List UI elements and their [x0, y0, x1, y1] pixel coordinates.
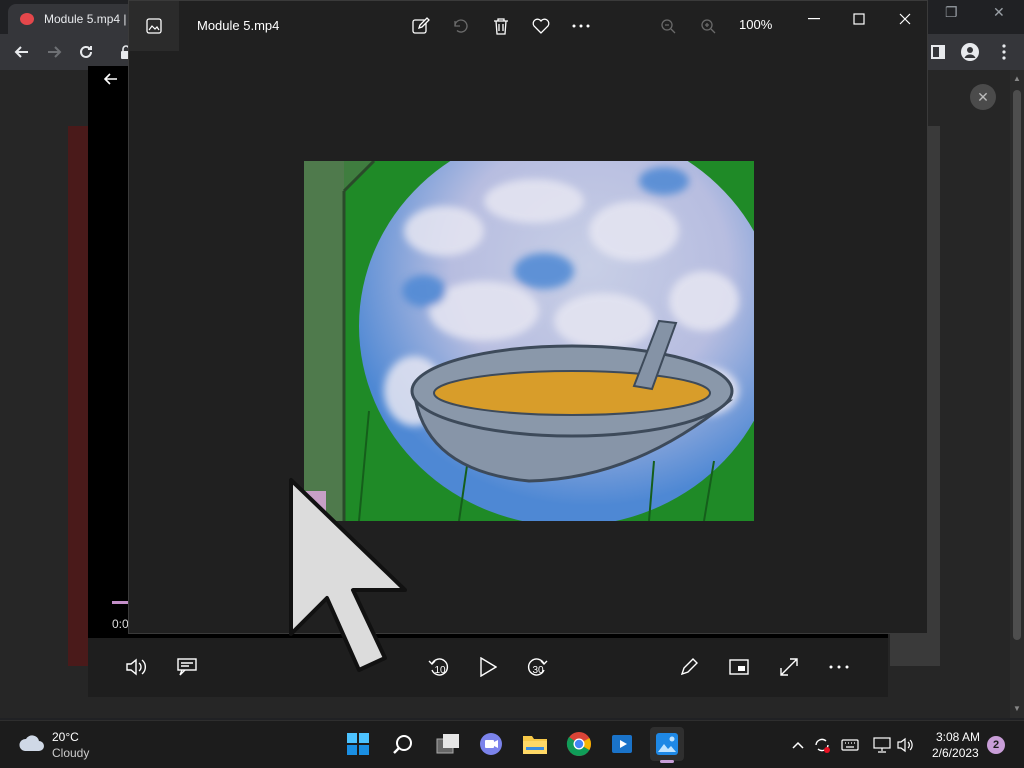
task-view-icon[interactable]	[431, 727, 465, 761]
photos-title: Module 5.mp4	[197, 18, 280, 33]
reload-icon[interactable]	[74, 40, 98, 64]
notification-badge[interactable]: 2	[987, 736, 1005, 754]
sync-icon[interactable]	[812, 735, 832, 755]
forward-arrow-icon[interactable]	[42, 40, 66, 64]
pen-icon[interactable]	[672, 650, 706, 684]
skip-back-button[interactable]: 10	[421, 650, 455, 684]
zoom-out-icon[interactable]	[656, 14, 680, 38]
network-icon[interactable]	[872, 735, 892, 755]
scroll-thumb[interactable]	[1013, 90, 1021, 640]
keyboard-icon[interactable]	[840, 735, 860, 755]
zoom-in-icon[interactable]	[696, 14, 720, 38]
mini-player-icon[interactable]	[722, 650, 756, 684]
photos-app-window: Module 5.mp4 100%	[128, 0, 928, 634]
soup-bowl-image	[304, 161, 754, 521]
taskbar: 20°C Cloudy 3:08 AM 2/6/2023 2	[0, 720, 1024, 768]
more-options-icon[interactable]	[822, 650, 856, 684]
fullscreen-icon[interactable]	[772, 650, 806, 684]
edit-image-icon[interactable]	[409, 14, 433, 38]
seek-progress[interactable]	[112, 601, 128, 604]
zoom-level: 100%	[739, 17, 773, 32]
browser-close-icon[interactable]: ✕	[993, 4, 1005, 21]
favorite-icon[interactable]	[529, 14, 553, 38]
profile-icon[interactable]	[958, 40, 982, 64]
media-player-icon[interactable]	[606, 727, 640, 761]
photos-taskbar-icon[interactable]	[650, 727, 684, 763]
play-icon[interactable]	[471, 650, 505, 684]
tab-favicon-icon	[20, 13, 34, 25]
speaker-icon[interactable]	[896, 735, 916, 755]
start-icon[interactable]	[341, 727, 375, 761]
clock-date[interactable]: 2/6/2023	[932, 746, 979, 760]
weather-desc[interactable]: Cloudy	[52, 746, 89, 760]
teams-chat-icon[interactable]	[474, 727, 508, 761]
delete-icon[interactable]	[489, 14, 513, 38]
weather-temp[interactable]: 20°C	[52, 730, 79, 744]
player-controls: 10 30	[88, 638, 888, 697]
photos-app-icon[interactable]	[129, 1, 179, 51]
rotate-icon[interactable]	[449, 14, 473, 38]
player-back-icon[interactable]	[103, 72, 118, 91]
menu-icon[interactable]	[992, 40, 1016, 64]
active-indicator	[660, 760, 674, 763]
chevron-up-icon[interactable]	[788, 735, 808, 755]
back-arrow-icon[interactable]	[10, 40, 34, 64]
video-frame	[304, 161, 754, 521]
minimize-icon[interactable]	[799, 9, 829, 29]
chrome-icon[interactable]	[562, 727, 596, 761]
more-icon[interactable]	[569, 14, 593, 38]
time-label: 0:0	[112, 617, 129, 631]
scroll-up-icon[interactable]: ▲	[1012, 74, 1022, 84]
captions-icon[interactable]	[170, 650, 204, 684]
maximize-icon[interactable]	[844, 9, 874, 29]
cloud-icon[interactable]	[18, 733, 46, 753]
file-explorer-icon[interactable]	[518, 727, 552, 761]
browser-restore-icon[interactable]: ❐	[945, 4, 958, 21]
page-scrollbar[interactable]: ▲ ▼	[1010, 70, 1024, 718]
mouse-cursor	[289, 478, 407, 672]
close-icon[interactable]	[890, 9, 920, 29]
skip-forward-button[interactable]: 30	[521, 650, 555, 684]
search-icon[interactable]	[386, 727, 420, 761]
page-close-icon[interactable]: ✕	[970, 84, 996, 110]
volume-icon[interactable]	[120, 650, 154, 684]
clock-time[interactable]: 3:08 AM	[936, 730, 980, 744]
photos-titlebar: Module 5.mp4 100%	[129, 1, 927, 51]
sidebar-icon[interactable]	[926, 40, 950, 64]
scroll-down-icon[interactable]: ▼	[1012, 704, 1022, 714]
